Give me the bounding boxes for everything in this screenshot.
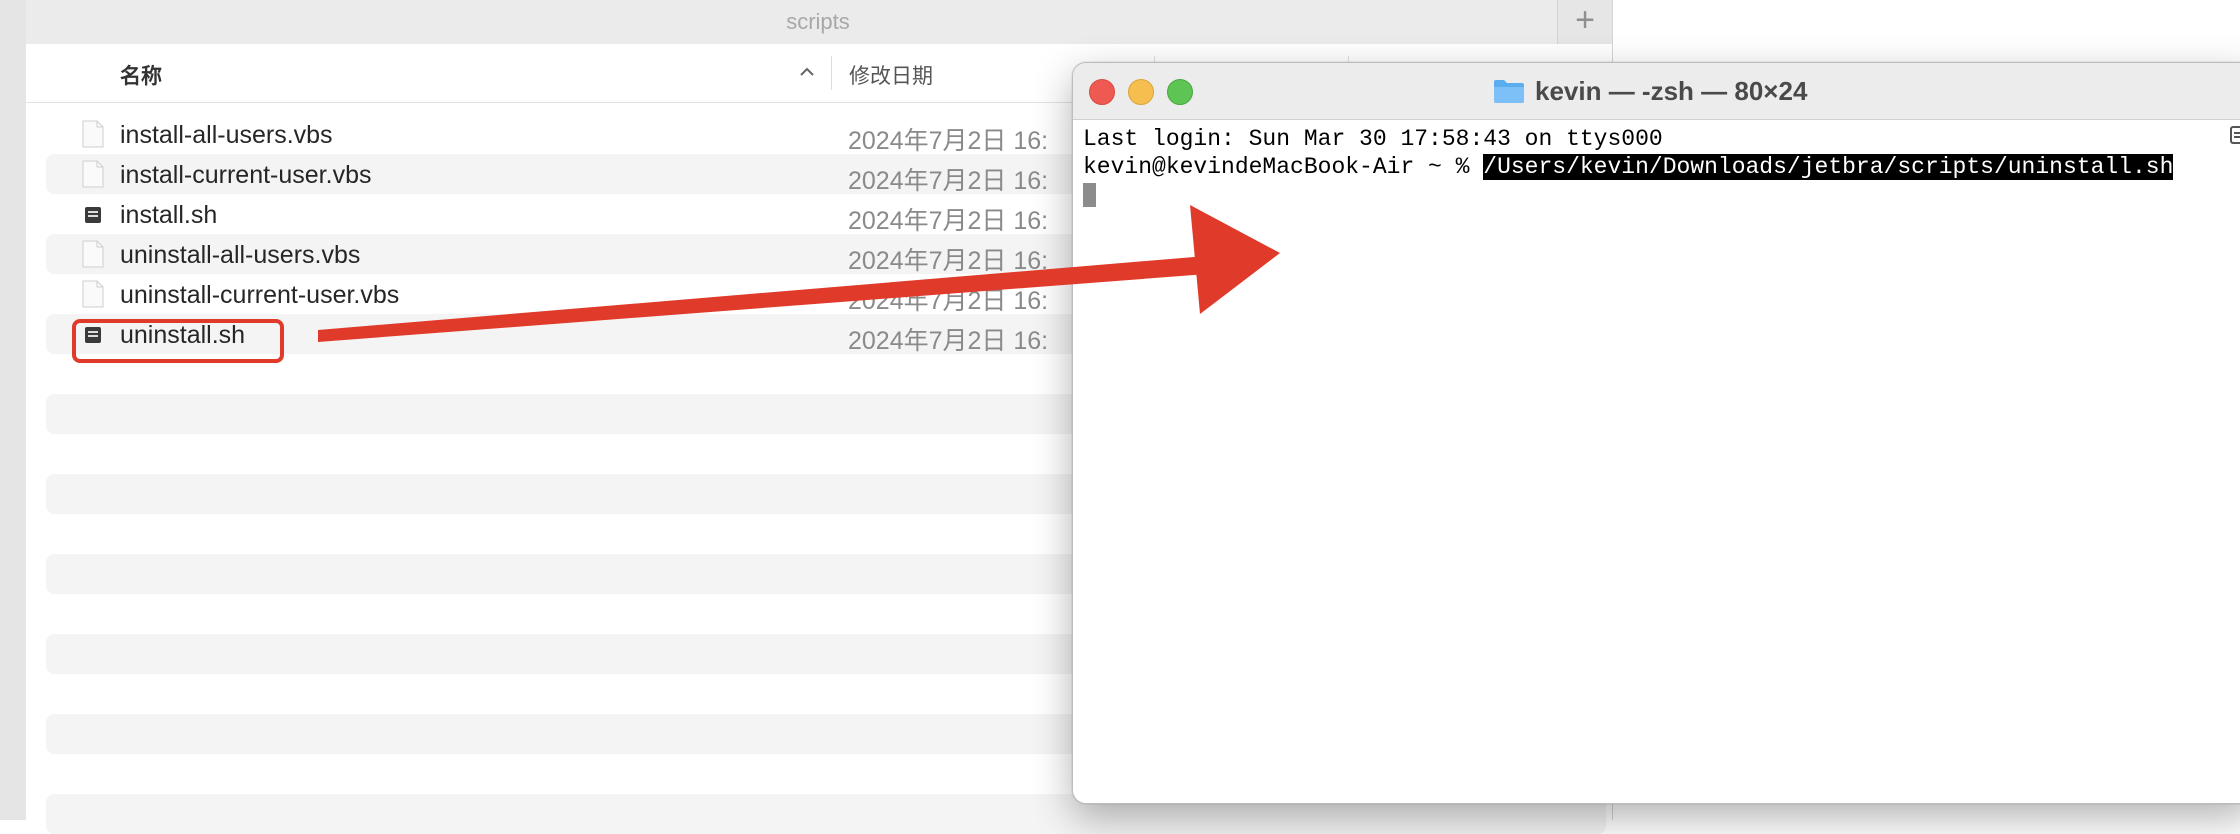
file-name: install-all-users.vbs bbox=[120, 121, 333, 149]
file-date: 2024年7月2日 16: bbox=[848, 287, 1049, 315]
file-name: uninstall-all-users.vbs bbox=[120, 241, 361, 269]
prompt: kevin@kevindeMacBook-Air ~ % bbox=[1083, 154, 1484, 180]
column-header-date-modified[interactable]: 修改日期 bbox=[849, 60, 933, 90]
file-date: 2024年7月2日 16: bbox=[848, 167, 1049, 195]
minimize-button[interactable] bbox=[1128, 79, 1154, 105]
scroll-marker-icon[interactable] bbox=[2225, 123, 2240, 147]
file-date: 2024年7月2日 16: bbox=[848, 247, 1049, 275]
document-icon bbox=[82, 120, 104, 148]
sort-chevron-up-icon[interactable] bbox=[797, 62, 817, 82]
highlight-box bbox=[72, 319, 284, 363]
last-login-line: Last login: Sun Mar 30 17:58:43 on ttys0… bbox=[1083, 126, 1663, 152]
file-name: uninstall-current-user.vbs bbox=[120, 281, 400, 309]
terminal-output[interactable]: Last login: Sun Mar 30 17:58:43 on ttys0… bbox=[1083, 125, 2223, 209]
prompt-line: kevin@kevindeMacBook-Air ~ % /Users/kevi… bbox=[1083, 153, 2223, 181]
column-header-name[interactable]: 名称 bbox=[120, 60, 162, 90]
file-date: 2024年7月2日 16: bbox=[848, 127, 1049, 155]
desktop-edge bbox=[0, 0, 26, 820]
terminal-window[interactable]: kevin — -zsh — 80×24 Last login: Sun Mar… bbox=[1072, 62, 2240, 804]
file-date: 2024年7月2日 16: bbox=[848, 327, 1049, 355]
pasted-command: /Users/kevin/Downloads/jetbra/scripts/un… bbox=[1483, 154, 2174, 180]
terminal-title-group: kevin — -zsh — 80×24 bbox=[1493, 73, 1807, 109]
document-icon bbox=[82, 160, 104, 188]
new-tab-button[interactable]: + bbox=[1557, 0, 1612, 44]
file-name: install-current-user.vbs bbox=[120, 161, 372, 189]
file-date: 2024年7月2日 16: bbox=[848, 207, 1049, 235]
text-cursor bbox=[1083, 182, 1096, 207]
cursor-line bbox=[1083, 181, 2223, 209]
document-icon bbox=[82, 240, 104, 268]
file-name: install.sh bbox=[120, 201, 218, 229]
finder-window-title: scripts bbox=[786, 9, 850, 34]
zoom-button[interactable] bbox=[1167, 79, 1193, 105]
finder-titlebar: scripts + bbox=[26, 0, 1612, 45]
document-icon bbox=[82, 280, 104, 308]
column-divider[interactable] bbox=[831, 56, 832, 90]
terminal-titlebar[interactable]: kevin — -zsh — 80×24 bbox=[1073, 63, 2240, 120]
folder-icon bbox=[1494, 80, 1524, 103]
script-icon bbox=[85, 207, 101, 223]
terminal-title: kevin — -zsh — 80×24 bbox=[1535, 75, 1808, 106]
close-button[interactable] bbox=[1089, 79, 1115, 105]
